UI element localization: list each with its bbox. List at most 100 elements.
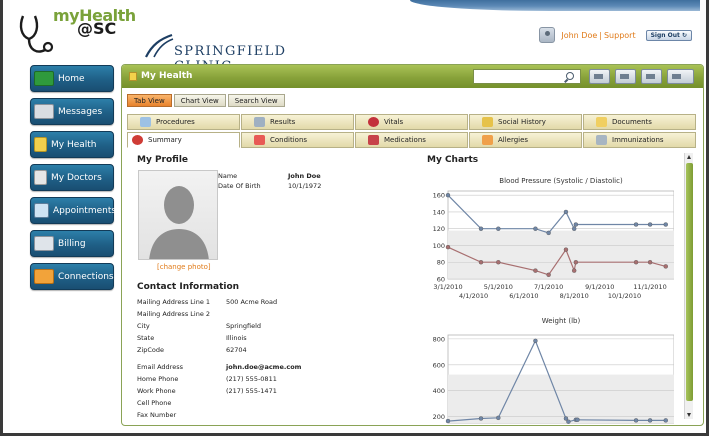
x-tick-label: 9/1/2010 [585,283,614,291]
sidebar-item-label: My Health [51,139,97,150]
y-tick-label: 160 [433,192,445,200]
tab-allergies[interactable]: Allergies [469,132,582,148]
tab-vitals[interactable]: Vitals [355,114,468,130]
data-point [663,222,668,227]
data-point [533,268,538,273]
scroll-thumb[interactable] [686,163,693,401]
y-tick-label: 600 [433,361,445,369]
sidebar-nav: Home Messages My Health My Doctors Appoi… [30,65,116,296]
tab-documents[interactable]: Documents [583,114,696,130]
tab-label: Medications [384,136,426,144]
data-point [571,268,577,273]
allergy-icon [482,135,493,145]
procedures-icon [140,117,151,127]
y-tick-label: 400 [433,387,445,395]
tab-label: Results [270,118,296,126]
data-point [647,418,653,423]
y-tick-label: 800 [433,335,445,343]
data-point [571,226,577,231]
sidebar-item-messages[interactable]: Messages [30,98,114,125]
data-point [663,418,668,423]
document-icon [34,137,47,152]
sidebar-item-home[interactable]: Home [30,65,114,92]
data-point [496,226,501,231]
user-bar: John Doe | Support Sign Out ↻ [539,26,692,44]
data-point [633,418,639,423]
clinic-logo: SPRINGFIELD CLINIC [144,33,304,74]
contact-row-value: 500 Acme Road [226,298,278,306]
sidebar-item-my-health[interactable]: My Health [30,131,114,158]
data-point [496,415,501,421]
tab-chart-view[interactable]: Chart View [173,94,226,107]
contact-row-value: Illinois [226,334,247,342]
user-name-link[interactable]: John Doe [561,31,597,40]
tab-social-history[interactable]: Social History [469,114,582,130]
tab-label: Vitals [384,118,404,126]
tab-label: Documents [612,118,652,126]
y-tick-label: 120 [433,225,445,233]
data-point [647,222,653,227]
contact-row-label: Fax Number [137,411,177,419]
content-scrollbar[interactable] [684,153,693,419]
tab-summary[interactable]: Summary [127,132,240,148]
chart-band [448,230,674,279]
brand-line2: @SC [77,19,117,38]
x-tick-label: 10/1/2010 [608,292,641,300]
support-link[interactable]: Support [604,31,636,40]
tab-conditions[interactable]: Conditions [241,132,354,148]
sign-out-button[interactable]: Sign Out ↻ [645,29,692,41]
user-bar-separator: | [599,30,602,40]
search-icon[interactable] [566,72,574,80]
syringe-icon [596,135,607,145]
myhealth-logo[interactable]: myHealth @SC [17,6,136,58]
sidebar-item-label: Home [58,73,85,84]
data-point [478,416,484,421]
export-tool-icon[interactable] [667,69,694,84]
view-tabs: Tab View Chart View Search View [127,94,287,107]
fax-tool-icon[interactable] [615,69,636,84]
conditions-icon [254,135,265,145]
data-point [663,264,668,269]
x-tick-label: 5/1/2010 [484,283,513,291]
email-tool-icon[interactable] [589,69,610,84]
tab-results[interactable]: Results [241,114,354,130]
my-health-icon [129,72,137,81]
sidebar-item-my-doctors[interactable]: My Doctors [30,164,114,191]
tab-label: Summary [148,136,182,144]
tab-immunizations[interactable]: Immunizations [583,132,696,148]
data-point [478,226,484,231]
main-panel: My Health Tab View Chart View Search Vie… [121,64,704,426]
app-frame: myHealth @SC SPRINGFIELD CLINIC John Doe… [0,0,709,436]
tab-search-view[interactable]: Search View [227,94,285,107]
search-input[interactable] [473,69,581,84]
data-point [633,222,639,227]
change-photo-link[interactable]: [change photo] [157,263,211,271]
tab-procedures[interactable]: Procedures [127,114,240,130]
y-tick-label: 80 [437,259,445,267]
scroll-down-arrow-icon[interactable] [687,413,691,417]
dob-value: 10/1/1972 [288,182,322,190]
scroll-up-arrow-icon[interactable] [687,155,691,159]
contact-row-label: Work Phone [137,387,176,395]
profile-photo [138,170,218,260]
contact-row-value: Springfield [226,322,262,330]
sidebar-item-billing[interactable]: Billing [30,230,114,257]
user-profile-icon[interactable] [539,27,556,43]
sidebar-item-connections[interactable]: Connections [30,263,114,290]
data-point [573,260,579,265]
tab-tab-view[interactable]: Tab View [127,94,172,107]
contact-row-label: State [137,334,155,342]
contact-row-value: (217) 555-1471 [226,387,277,395]
tab-medications[interactable]: Medications [355,132,468,148]
data-point [546,272,551,278]
x-tick-label: 3/1/2010 [433,283,462,291]
contact-title: Contact Information [137,282,240,292]
data-point [563,247,569,252]
name-label: Name [218,172,238,180]
print-tool-icon[interactable] [641,69,662,84]
chart-band [448,374,674,423]
x-tick-label: 4/1/2010 [459,292,488,300]
tab-label: Conditions [270,136,308,144]
heart-icon [368,117,379,127]
sidebar-item-appointments[interactable]: Appointments [30,197,116,224]
